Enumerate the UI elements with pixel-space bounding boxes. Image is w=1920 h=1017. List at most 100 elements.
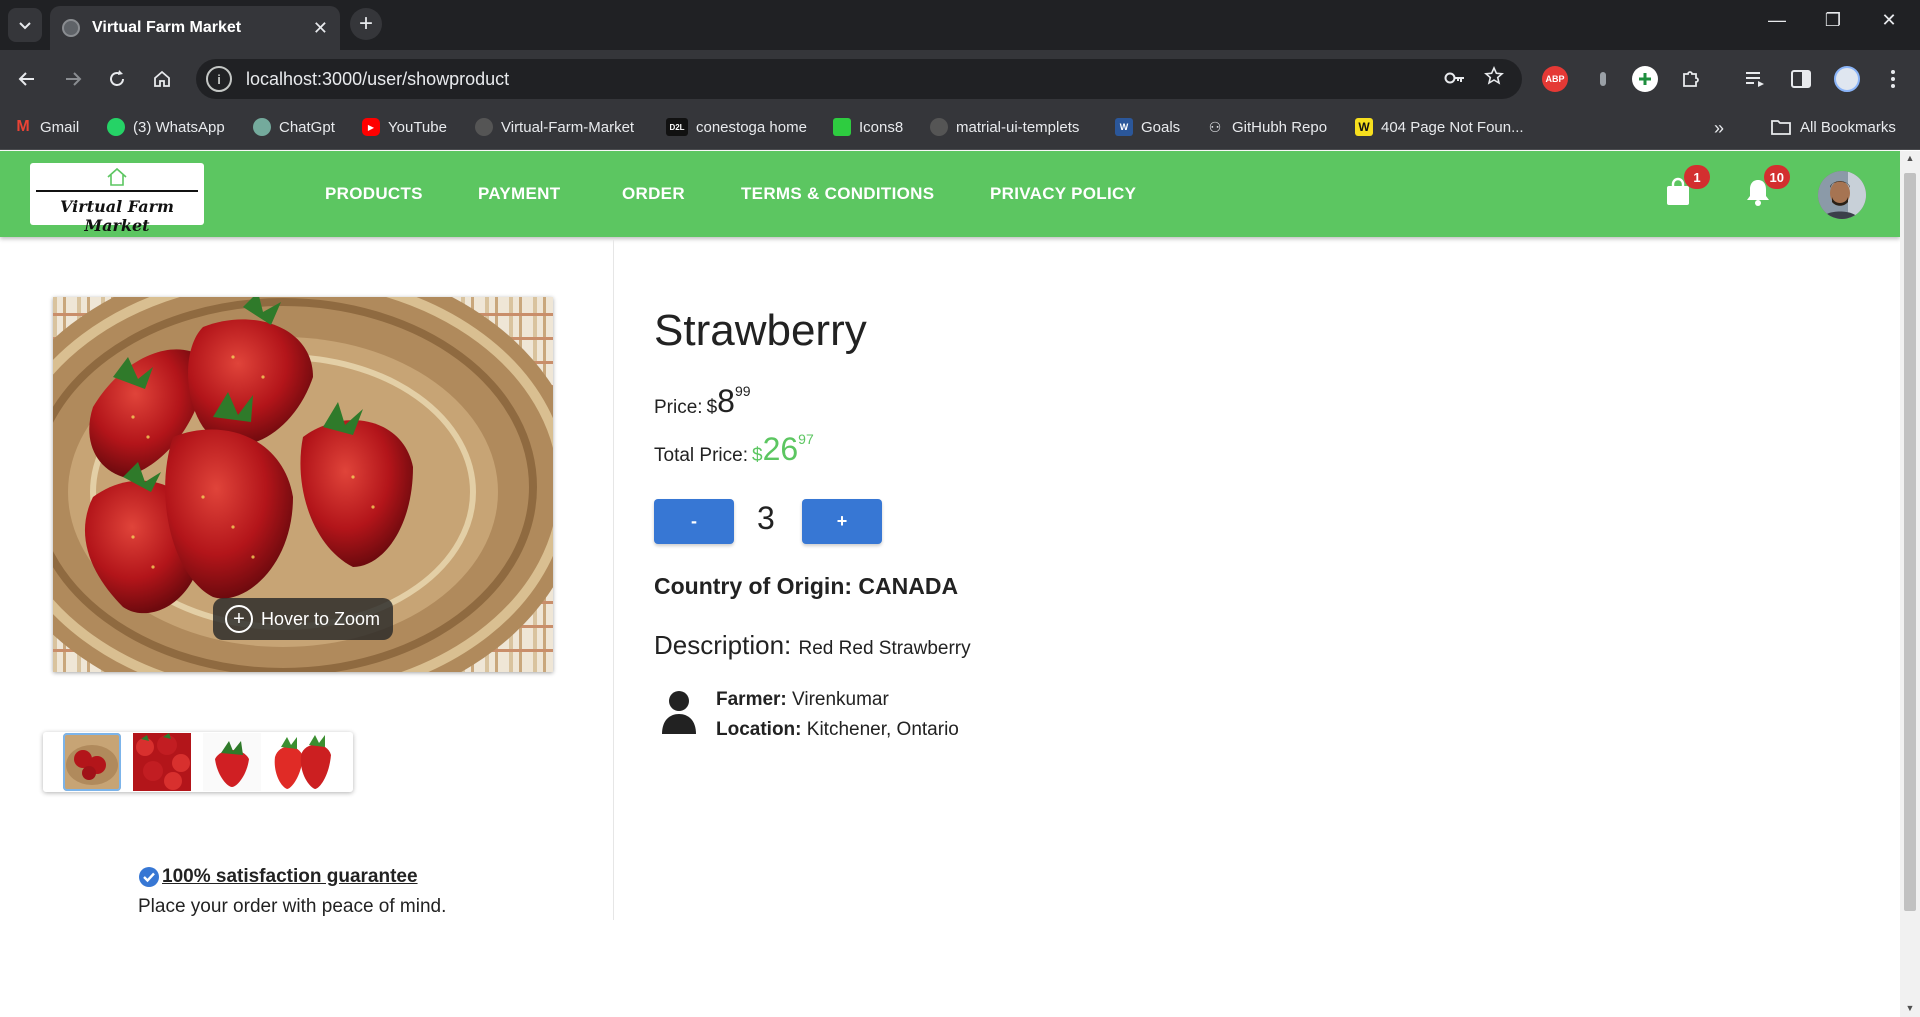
scroll-down-icon[interactable]: ▼ — [1904, 1003, 1916, 1013]
bookmark-item[interactable]: matrial-ui-templets — [930, 118, 1079, 136]
page-scrollbar[interactable]: ▲ ▼ — [1900, 151, 1920, 1017]
house-icon — [107, 167, 127, 186]
reload-icon — [110, 70, 124, 86]
bookmark-star-icon[interactable] — [1484, 66, 1504, 92]
farmer-info: Farmer: Virenkumar — [716, 689, 889, 711]
nav-terms[interactable]: TERMS & CONDITIONS — [741, 184, 934, 204]
url-text[interactable]: localhost:3000/user/showproduct — [246, 69, 1444, 90]
notifications-button[interactable]: 10 — [1744, 165, 1790, 209]
bookmark-label: Icons8 — [859, 118, 904, 136]
globe-icon — [62, 19, 80, 37]
total-price: Total Price: $ 26 97 — [654, 431, 814, 467]
bookmark-item[interactable]: D2L conestoga home — [666, 118, 807, 136]
profile-avatar-icon[interactable] — [1834, 66, 1860, 92]
thumbnail-3[interactable] — [203, 733, 261, 791]
quantity-value: 3 — [757, 500, 775, 536]
scroll-up-icon[interactable]: ▲ — [1904, 153, 1916, 163]
d2l-icon: D2L — [666, 118, 688, 136]
nav-payment[interactable]: PAYMENT — [478, 184, 560, 204]
tab-title: Virtual Farm Market — [92, 19, 242, 36]
zoom-hint-label: Hover to Zoom — [261, 608, 381, 629]
address-bar[interactable]: i localhost:3000/user/showproduct — [196, 59, 1522, 99]
back-button[interactable] — [12, 64, 42, 94]
thumbnail-1[interactable] — [63, 733, 121, 791]
github-repo-icon: ⚇ — [1208, 118, 1222, 135]
product-main-image[interactable]: + Hover to Zoom — [53, 297, 553, 672]
scroll-thumb[interactable] — [1904, 173, 1916, 911]
nav-products[interactable]: PRODUCTS — [325, 184, 423, 204]
bookmark-item[interactable]: W Goals — [1115, 118, 1180, 136]
browser-tab-strip: Virtual Farm Market ✕ + — ❐ ✕ — [0, 0, 1920, 50]
nav-order[interactable]: ORDER — [622, 184, 685, 204]
bookmark-label: GitHubh Repo — [1232, 118, 1328, 136]
user-avatar[interactable] — [1818, 171, 1866, 219]
nav-privacy[interactable]: PRIVACY POLICY — [990, 184, 1136, 204]
farmer-label: Farmer: — [716, 689, 787, 710]
thumbnail-2[interactable] — [133, 733, 191, 791]
close-window-button[interactable]: ✕ — [1874, 10, 1904, 31]
bookmark-label: conestoga home — [696, 118, 807, 136]
browser-toolbar: i localhost:3000/user/showproduct ABP — [0, 50, 1920, 108]
folder-icon — [1771, 120, 1791, 135]
description-label: Description: — [654, 630, 792, 660]
home-button[interactable] — [147, 64, 177, 94]
bookmark-item[interactable]: Icons8 — [833, 118, 903, 136]
media-queue-icon[interactable] — [1742, 66, 1768, 92]
extensions-puzzle-icon[interactable] — [1678, 66, 1704, 92]
description-value: Red Red Strawberry — [798, 638, 971, 659]
bookmark-label: Gmail — [40, 118, 80, 136]
total-currency: $ — [751, 445, 763, 466]
reload-button[interactable] — [102, 64, 132, 94]
thumbnail-image — [133, 733, 191, 791]
bookmark-item[interactable]: ⚇ GitHubh Repo — [1206, 118, 1327, 136]
thumbnail-strip — [43, 732, 353, 792]
tab-search-button[interactable] — [8, 8, 42, 42]
increment-quantity-button[interactable]: + — [802, 499, 882, 544]
add-extension-icon[interactable] — [1632, 66, 1658, 92]
extension-icon[interactable] — [1590, 66, 1616, 92]
location-info: Location: Kitchener, Ontario — [716, 719, 959, 741]
all-bookmarks-button[interactable]: All Bookmarks — [1770, 118, 1896, 136]
new-tab-button[interactable]: + — [350, 8, 382, 40]
tab-close-icon[interactable]: ✕ — [313, 18, 328, 39]
browser-tab[interactable]: Virtual Farm Market ✕ — [50, 6, 340, 50]
bookmark-label: Virtual-Farm-Market — [501, 118, 635, 136]
thumbnail-4[interactable] — [273, 733, 331, 791]
bookmark-item[interactable]: ChatGpt — [253, 118, 335, 136]
gmail-icon: M — [16, 118, 30, 135]
site-info-icon[interactable]: i — [206, 66, 232, 92]
home-icon — [154, 70, 170, 87]
logo-text: Virtual Farm Market — [60, 197, 174, 235]
farmer-name: Virenkumar — [792, 689, 889, 710]
restore-button[interactable]: ❐ — [1818, 10, 1848, 31]
guarantee-link[interactable]: 100% satisfaction guarantee — [138, 866, 446, 888]
decrement-quantity-button[interactable]: - — [654, 499, 734, 544]
chevron-down-icon — [19, 22, 31, 30]
minimize-button[interactable]: — — [1762, 10, 1792, 31]
more-menu-icon[interactable] — [1880, 66, 1906, 92]
price-whole: 8 — [717, 383, 735, 419]
whatsapp-icon — [107, 118, 125, 136]
price-label: Price: — [654, 397, 703, 418]
github-icon — [930, 118, 948, 136]
bookmark-item[interactable]: (3) WhatsApp — [107, 118, 225, 136]
bookmark-item[interactable]: Virtual-Farm-Market — [475, 118, 634, 136]
site-logo[interactable]: Virtual Farm Market — [30, 163, 204, 235]
zoom-plus-icon: + — [225, 605, 253, 633]
password-key-icon[interactable] — [1444, 68, 1466, 91]
forward-button[interactable] — [58, 64, 88, 94]
bookmark-item[interactable]: M Gmail — [14, 118, 79, 136]
bookmark-item[interactable]: ▶ YouTube — [362, 118, 447, 136]
w-icon: W — [1355, 118, 1373, 136]
bookmark-item[interactable]: W 404 Page Not Foun... — [1355, 118, 1524, 136]
arrow-left-icon — [18, 72, 34, 86]
side-panel-icon[interactable] — [1788, 66, 1814, 92]
chatgpt-icon — [253, 118, 271, 136]
unit-price: Price: $ 8 99 — [654, 383, 751, 419]
bookmark-label: (3) WhatsApp — [133, 118, 225, 136]
cart-button[interactable]: 1 — [1664, 165, 1710, 209]
adblock-extension-icon[interactable]: ABP — [1542, 66, 1568, 92]
price-currency: $ — [706, 397, 718, 418]
bookmarks-overflow-button[interactable]: » — [1714, 118, 1724, 139]
total-label: Total Price: — [654, 445, 748, 466]
